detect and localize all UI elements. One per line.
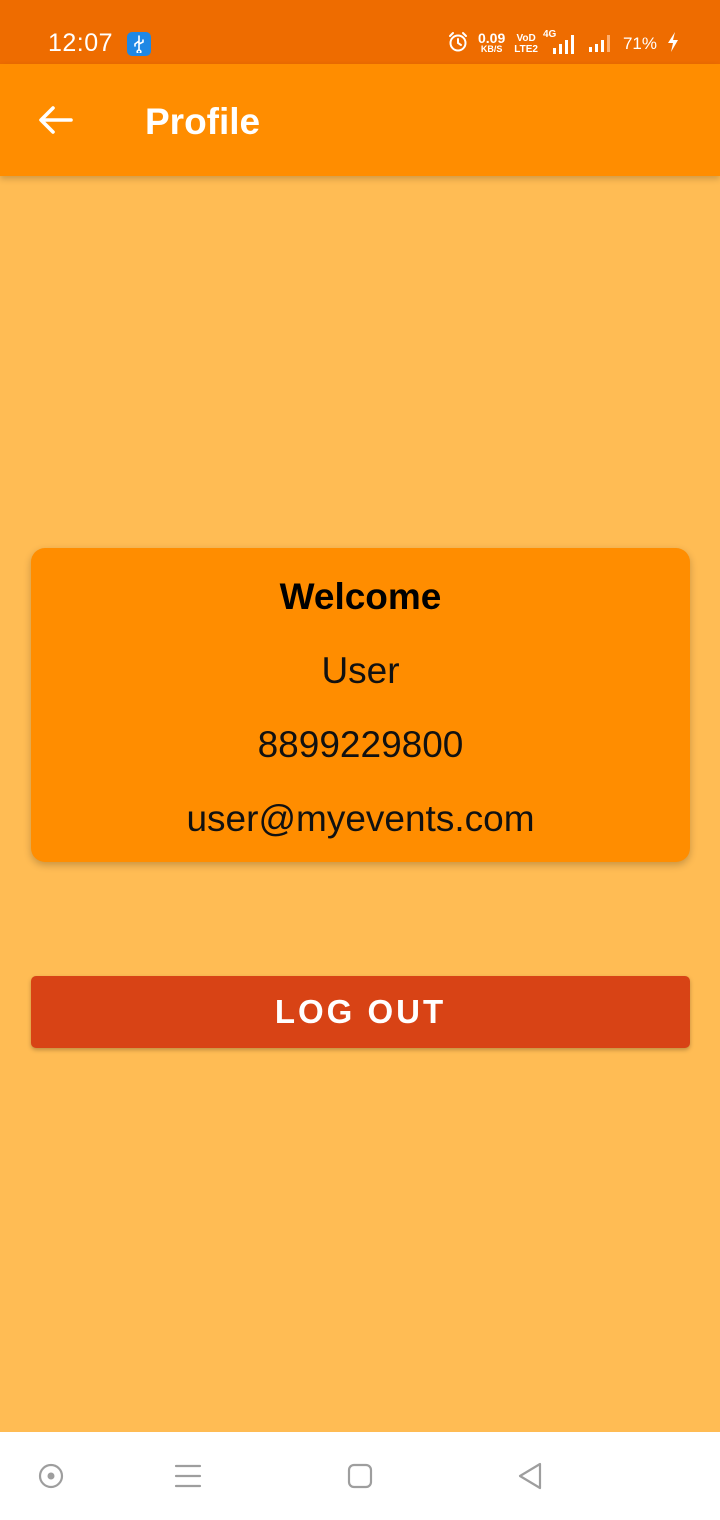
signal-icon-2	[588, 31, 614, 58]
signal-icon: 4G	[543, 29, 579, 55]
back-icon	[518, 1462, 542, 1490]
usb-icon	[127, 32, 151, 56]
home-button[interactable]	[338, 1454, 382, 1498]
speed-value: 0.09	[478, 30, 506, 46]
app-bar: Profile	[0, 64, 720, 176]
volte-bottom: LTE2	[514, 44, 538, 55]
arrow-back-icon	[39, 106, 73, 134]
navigation-bar	[0, 1432, 720, 1520]
back-button[interactable]	[28, 92, 84, 148]
user-email: user@myevents.com	[186, 798, 535, 839]
assist-icon	[38, 1463, 64, 1489]
battery-percent: 71%	[622, 34, 657, 53]
menu-icon	[174, 1464, 202, 1488]
assist-button[interactable]	[29, 1454, 73, 1498]
network-speed: 0.09 KB/S	[478, 30, 506, 55]
user-name: User	[321, 650, 400, 691]
user-phone: 8899229800	[257, 724, 464, 765]
menu-button[interactable]	[166, 1454, 210, 1498]
home-icon	[347, 1463, 373, 1489]
network-type: 4G	[542, 29, 557, 40]
profile-card: Welcome User 8899229800 user@myevents.co…	[31, 548, 690, 862]
status-indicators: 0.09 KB/S VoD LTE2 4G 71%	[447, 28, 680, 60]
alarm-icon	[447, 31, 469, 58]
volte-top: VoD	[516, 33, 536, 44]
status-bar: 12:07 0.09 KB/S VoD LTE2 4G 71%	[0, 0, 720, 64]
logout-button[interactable]: LOG OUT	[31, 976, 690, 1048]
speed-unit: KB/S	[480, 44, 503, 54]
nav-back-button[interactable]	[508, 1454, 552, 1498]
welcome-heading: Welcome	[279, 576, 442, 617]
battery-charging-icon	[666, 31, 680, 58]
page-title: Profile	[145, 101, 261, 142]
status-time: 12:07	[48, 29, 114, 57]
volte-indicator: VoD LTE2	[514, 33, 538, 55]
